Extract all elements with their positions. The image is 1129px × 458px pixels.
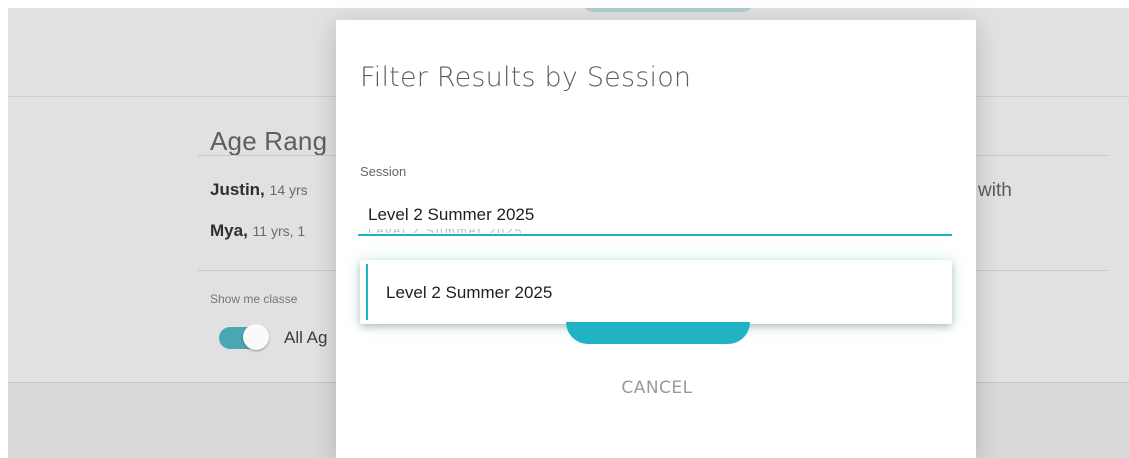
child-name: Justin, — [210, 180, 265, 199]
all-ages-label: All Ag — [284, 328, 328, 347]
child-name: Mya, — [210, 221, 248, 240]
with-text: with — [978, 180, 1012, 201]
toggle-knob — [243, 324, 269, 350]
session-label: Session — [360, 164, 407, 179]
all-ages-toggle[interactable] — [219, 324, 269, 350]
age-range-heading: Age Rang — [210, 126, 328, 156]
dialog-title: Filter Results by Session — [360, 62, 692, 93]
apply-button[interactable] — [566, 322, 750, 344]
header-accent — [583, 8, 753, 12]
dropdown-option-level-2-summer-2025[interactable]: Level 2 Summer 2025 — [386, 283, 552, 303]
cancel-button[interactable]: CANCEL — [592, 376, 722, 400]
child-row: Justin, 14 yrs — [210, 180, 308, 200]
focus-indicator — [366, 264, 368, 320]
filter-session-dialog: Filter Results by Session Session Level … — [336, 20, 976, 458]
child-row: Mya, 11 yrs, 1 — [210, 221, 305, 241]
child-age: 14 yrs — [269, 182, 308, 198]
ghost-text: Level 2 Summer 2025 — [368, 229, 568, 233]
session-dropdown: Level 2 Summer 2025 — [360, 260, 952, 324]
child-age: 11 yrs, 1 — [252, 223, 306, 239]
show-me-label: Show me classe — [210, 292, 298, 306]
